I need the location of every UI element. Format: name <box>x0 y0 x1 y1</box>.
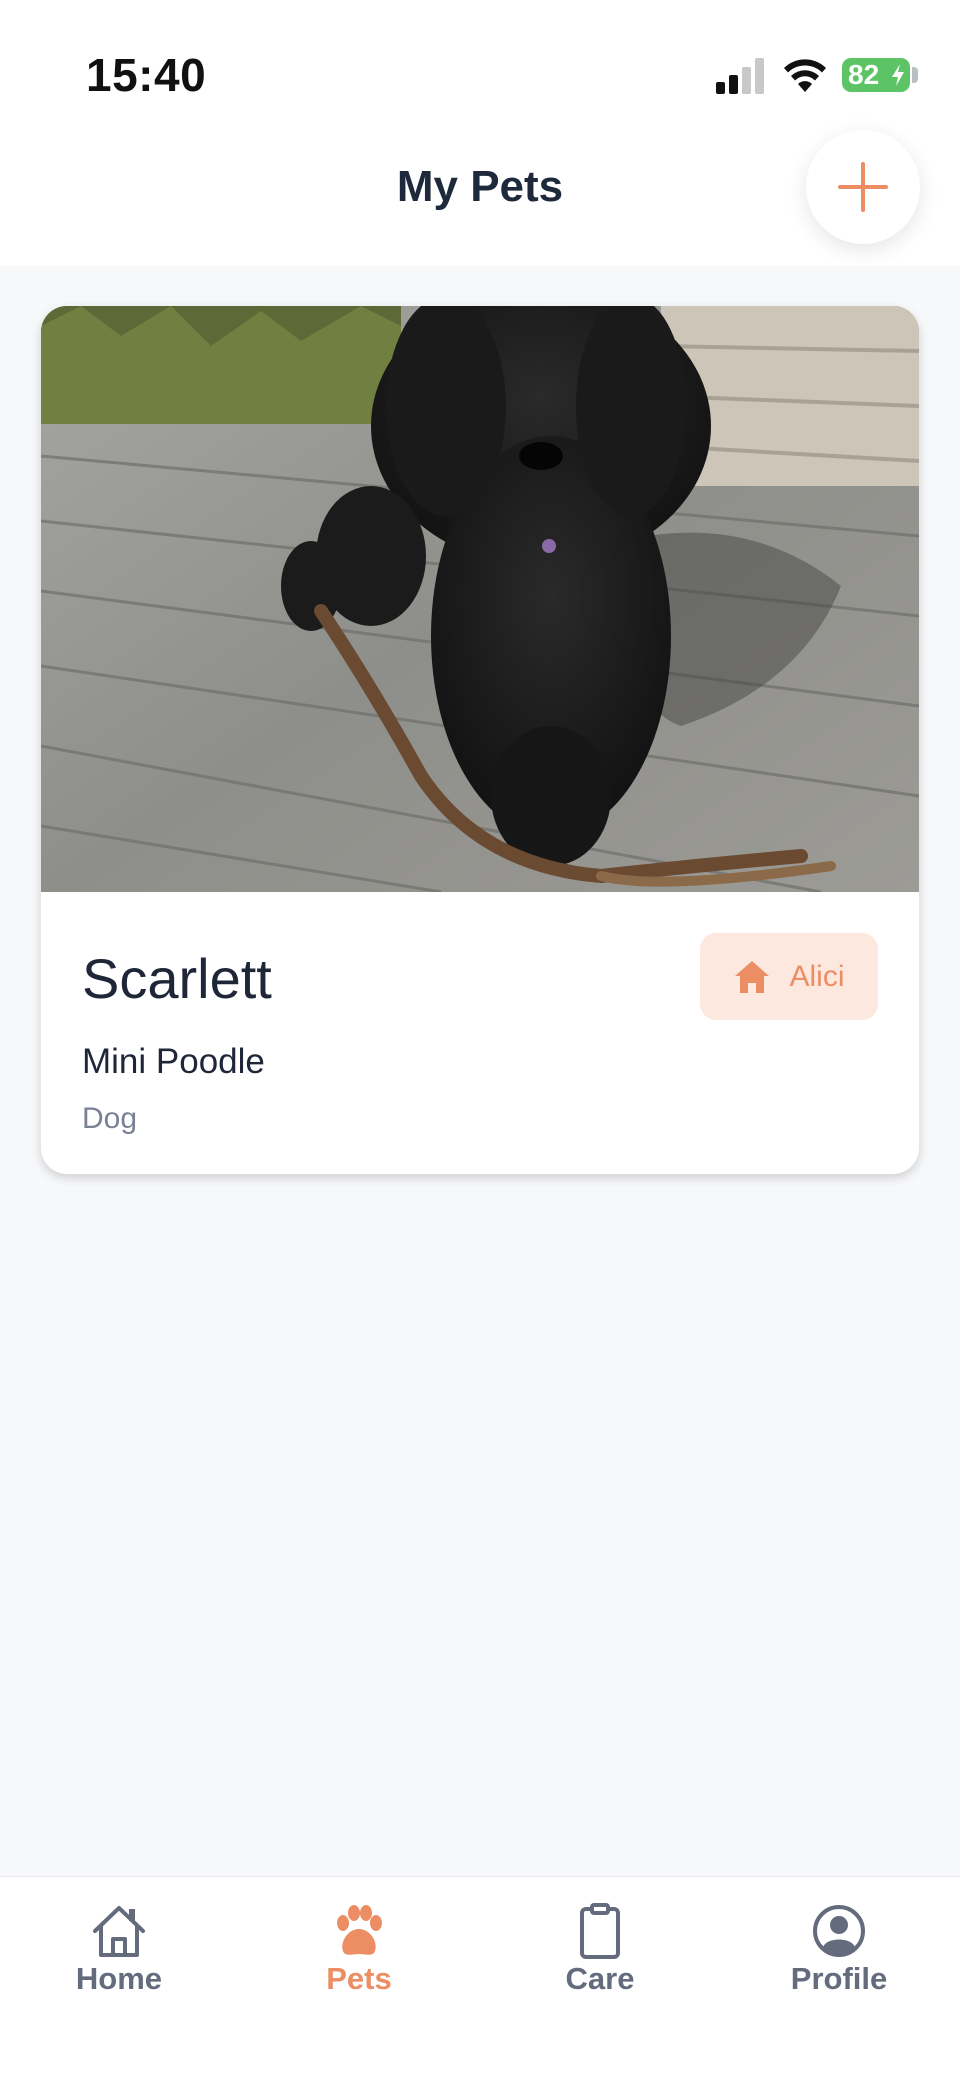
nav-label-pets: Pets <box>326 1961 392 1996</box>
poodle-photo-illustration <box>41 306 919 892</box>
battery-level: 82 <box>848 59 880 90</box>
pet-card[interactable]: Scarlett Mini Poodle Dog Alici <box>41 306 919 1174</box>
owner-badge: Alici <box>700 933 878 1020</box>
paw-icon <box>337 1905 382 1955</box>
nav-item-pets[interactable]: Pets <box>269 1903 449 2013</box>
owner-label: Alici <box>789 959 845 993</box>
pet-photo <box>41 306 919 892</box>
user-circle-icon <box>813 1905 865 1957</box>
pet-name: Scarlett <box>82 947 272 1010</box>
nav-item-profile[interactable]: Profile <box>749 1903 929 2013</box>
plus-icon <box>838 162 888 212</box>
battery-icon: 82 <box>842 58 910 92</box>
home-outline-icon <box>93 1906 145 1957</box>
header: My Pets <box>0 120 960 266</box>
nav-item-care[interactable]: Care <box>510 1903 690 2013</box>
status-bar: 15:40 82 <box>0 0 960 120</box>
charging-bolt-icon <box>892 64 904 86</box>
nav-label-care: Care <box>565 1961 635 1996</box>
pet-breed: Mini Poodle <box>82 1042 265 1081</box>
clipboard-icon <box>580 1903 620 1959</box>
signal-icon <box>716 58 764 94</box>
wifi-icon <box>784 59 826 92</box>
add-pet-button[interactable] <box>806 130 920 244</box>
battery-cap <box>912 67 918 83</box>
status-time: 15:40 <box>86 49 207 101</box>
bottom-nav: Home Pets Care Profile <box>0 1876 960 2079</box>
nav-label-profile: Profile <box>790 1961 888 1996</box>
nav-item-home[interactable]: Home <box>29 1903 209 2013</box>
pet-species: Dog <box>82 1102 138 1135</box>
nav-label-home: Home <box>75 1961 163 1996</box>
home-icon <box>735 960 770 993</box>
